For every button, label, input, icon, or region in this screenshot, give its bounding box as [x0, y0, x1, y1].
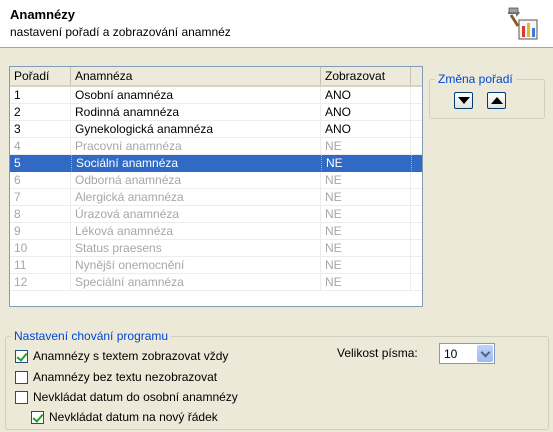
row-order: 10	[10, 240, 71, 257]
list-row[interactable]: 3 Gynekologická anamnéza ANO	[10, 121, 422, 138]
list-row[interactable]: 7 Alergická anamnéza NE	[10, 189, 422, 206]
row-filler	[411, 189, 422, 206]
checkbox-hide-without-text[interactable]: Anamnézy bez textu nezobrazovat	[15, 369, 217, 385]
tools-settings-icon	[508, 7, 538, 40]
row-order: 6	[10, 172, 71, 189]
row-show-value: NE	[321, 138, 411, 155]
font-size-select[interactable]: 10	[439, 343, 495, 364]
row-anamnesis-name: Osobní anamnéza	[71, 87, 321, 104]
row-filler	[411, 87, 422, 104]
row-filler	[411, 274, 422, 291]
row-anamnesis-name: Pracovní anamnéza	[71, 138, 321, 155]
checkbox-show-with-text[interactable]: Anamnézy s textem zobrazovat vždy	[15, 348, 228, 364]
list-row[interactable]: 10 Status praesens NE	[10, 240, 422, 257]
list-row[interactable]: 4 Pracovní anamnéza NE	[10, 138, 422, 155]
row-show-value: NE	[321, 257, 411, 274]
row-show-value: NE	[321, 155, 411, 172]
row-order: 11	[10, 257, 71, 274]
row-filler	[411, 206, 422, 223]
program-settings-legend: Nastavení chování programu	[11, 329, 172, 343]
row-show-value: NE	[321, 172, 411, 189]
move-down-button[interactable]	[454, 92, 473, 109]
page-title: Anamnézy	[10, 7, 76, 22]
chevron-down-icon	[480, 347, 490, 357]
order-change-legend: Změna pořadí	[435, 72, 516, 86]
arrow-up-icon	[490, 97, 503, 104]
header-panel: Anamnézy nastavení pořadí a zobrazování …	[0, 0, 553, 48]
list-row[interactable]: 2 Rodinná anamnéza ANO	[10, 104, 422, 121]
column-header-anamnesis[interactable]: Anamnéza	[71, 67, 321, 85]
row-filler	[411, 155, 422, 172]
row-filler	[411, 138, 422, 155]
row-filler	[411, 223, 422, 240]
list-row[interactable]: 1 Osobní anamnéza ANO	[10, 87, 422, 104]
checkbox-box[interactable]	[15, 370, 28, 384]
row-order: 8	[10, 206, 71, 223]
list-header: Pořadí Anamnéza Zobrazovat	[10, 67, 422, 87]
row-show-value: ANO	[321, 104, 411, 121]
checkbox-label: Nevkládat datum do osobní anamnézy	[33, 390, 238, 404]
row-show-value: NE	[321, 240, 411, 257]
row-anamnesis-name: Rodinná anamnéza	[71, 104, 321, 121]
row-filler	[411, 257, 422, 274]
row-anamnesis-name: Léková anamnéza	[71, 223, 321, 240]
checkbox-box[interactable]	[15, 390, 28, 404]
row-show-value: ANO	[321, 87, 411, 104]
row-show-value: NE	[321, 223, 411, 240]
row-anamnesis-name: Nynější onemocnění	[71, 257, 321, 274]
anamnesis-list[interactable]: Pořadí Anamnéza Zobrazovat 1 Osobní anamn…	[9, 66, 423, 307]
column-header-filler	[411, 67, 422, 85]
row-order: 5	[10, 155, 71, 172]
column-header-show[interactable]: Zobrazovat	[321, 67, 411, 85]
row-show-value: NE	[321, 274, 411, 291]
font-size-label: Velikost písma:	[337, 346, 418, 360]
row-anamnesis-name: Odborná anamnéza	[71, 172, 321, 189]
page-subtitle: nastavení pořadí a zobrazování anamnéz	[10, 25, 231, 39]
row-anamnesis-name: Gynekologická anamnéza	[71, 121, 321, 138]
font-size-value: 10	[444, 347, 458, 361]
row-anamnesis-name: Status praesens	[71, 240, 321, 257]
row-order: 4	[10, 138, 71, 155]
checkbox-label: Anamnézy s textem zobrazovat vždy	[33, 349, 229, 363]
list-rows: 1 Osobní anamnéza ANO 2 Rodinná anamnéza ANO 3…	[10, 87, 422, 291]
row-filler	[411, 172, 422, 189]
arrow-down-icon	[457, 97, 470, 104]
move-up-button[interactable]	[487, 92, 506, 109]
row-order: 7	[10, 189, 71, 206]
checkbox-label: Anamnézy bez textu nezobrazovat	[33, 370, 218, 384]
list-row[interactable]: 11 Nynější onemocnění NE	[10, 257, 422, 274]
row-show-value: NE	[321, 189, 411, 206]
list-row[interactable]: 8 Úrazová anamnéza NE	[10, 206, 422, 223]
row-anamnesis-name: Alergická anamnéza	[71, 189, 321, 206]
row-filler	[411, 104, 422, 121]
list-row[interactable]: 9 Léková anamnéza NE	[10, 223, 422, 240]
checkbox-box[interactable]	[15, 349, 28, 363]
row-order: 9	[10, 223, 71, 240]
list-row[interactable]: 5 Sociální anamnéza NE	[10, 155, 422, 172]
checkbox-no-date-new-line[interactable]: Nevkládat datum na nový řádek	[31, 409, 218, 425]
row-anamnesis-name: Úrazová anamnéza	[71, 206, 321, 223]
row-order: 2	[10, 104, 71, 121]
row-anamnesis-name: Speciální anamnéza	[71, 274, 321, 291]
row-order: 3	[10, 121, 71, 138]
checkbox-label: Nevkládat datum na nový řádek	[49, 410, 218, 424]
row-filler	[411, 121, 422, 138]
row-order: 1	[10, 87, 71, 104]
dropdown-button[interactable]	[477, 345, 493, 362]
checkbox-no-date-personal[interactable]: Nevkládat datum do osobní anamnézy	[15, 389, 238, 405]
row-filler	[411, 240, 422, 257]
row-anamnesis-name: Sociální anamnéza	[71, 155, 321, 172]
checkbox-box[interactable]	[31, 410, 44, 424]
list-row[interactable]: 12 Speciální anamnéza NE	[10, 274, 422, 291]
column-header-order[interactable]: Pořadí	[10, 67, 71, 85]
row-show-value: NE	[321, 206, 411, 223]
row-order: 12	[10, 274, 71, 291]
list-row[interactable]: 6 Odborná anamnéza NE	[10, 172, 422, 189]
row-show-value: ANO	[321, 121, 411, 138]
